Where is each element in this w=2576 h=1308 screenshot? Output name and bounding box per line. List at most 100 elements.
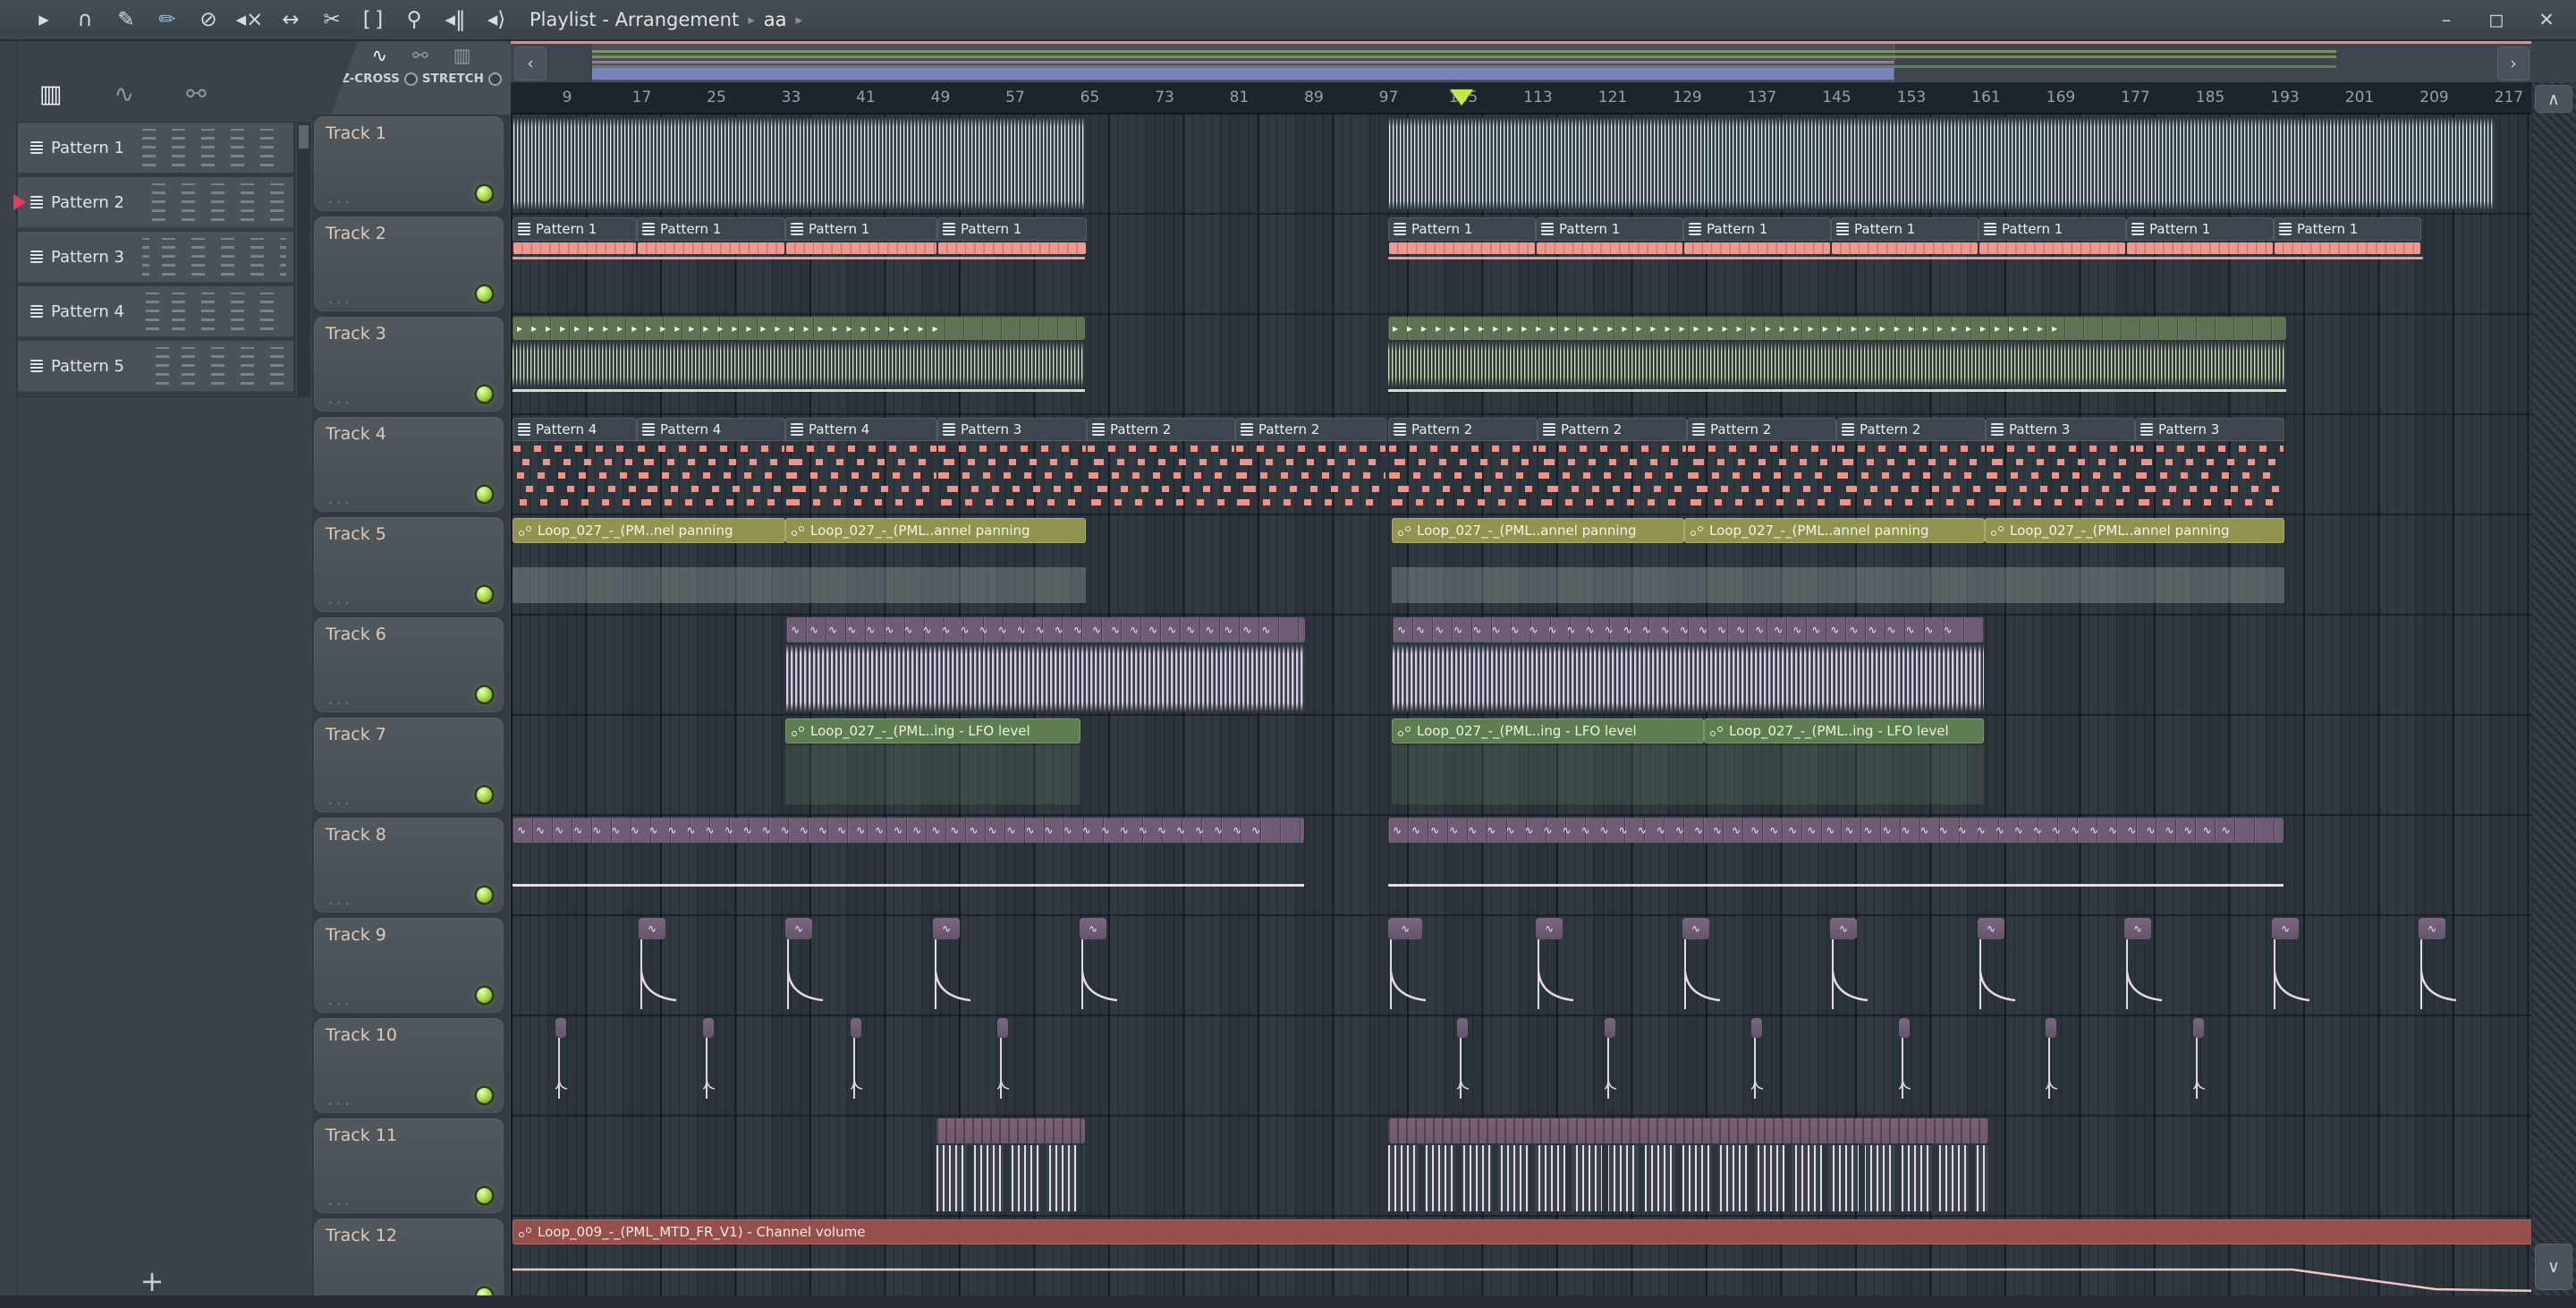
stretch-toggle[interactable] [487,72,502,86]
clip-stab-hit[interactable] [2193,1018,2206,1115]
track-enable-led[interactable] [477,186,492,201]
close-button[interactable]: ✕ [2533,9,2560,30]
clip-pattern-notes[interactable]: Pattern 4 [637,418,785,513]
clip-pattern-notes[interactable]: Pattern 3 [937,418,1087,513]
stretch-tool-icon[interactable]: ↔ [270,0,311,39]
automation-tab-icon[interactable]: ⚯ [186,81,207,108]
track-lane[interactable]: Pattern 1 Pattern 1 Pattern 1 Pattern 1 Patt… [511,215,2531,315]
clip-red-line[interactable] [1388,257,2423,259]
clip-gray-band[interactable] [513,567,1086,603]
clip-stab-hit[interactable] [1457,1018,1470,1115]
clip-audio-purple[interactable]: ∿∿∿∿∿∿∿∿∿∿∿∿∿∿∿∿∿∿∿∿∿∿∿∿∿∿∿∿∿∿ [1393,617,1984,714]
draw-paint-tool-icon[interactable]: ✏ [147,0,188,39]
track-menu-dots[interactable]: ... [327,386,352,408]
clip-pattern-red[interactable]: Pattern 1 [937,217,1087,259]
clip-pattern-red[interactable]: Pattern 1 [1683,217,1831,259]
track-enable-led[interactable] [477,687,492,702]
clip-crash-hit[interactable]: ∿ [1830,918,1868,1015]
playhead-marker[interactable] [1449,89,1473,113]
audio-tab-icon[interactable]: ∿ [371,45,387,66]
track-enable-led[interactable] [477,386,492,402]
clip-auto-maroon[interactable]: Loop_009_-_(PML_MTD_FR_V1) - Channel vol… [513,1219,2531,1244]
track-menu-dots[interactable]: ... [327,888,352,909]
mute-tool-icon[interactable]: ◂× [229,0,270,39]
track-lane[interactable]: Loop_009_-_(PML_MTD_FR_V1) - Channel vol… [511,1217,2531,1308]
magnet-snap-icon[interactable]: ∩ [64,0,106,39]
track-menu-dots[interactable]: ... [327,988,352,1009]
clip-auto-olive[interactable]: Loop_027_-_(PM..nel panning [513,518,785,543]
clip-crash-hit[interactable]: ∿ [639,918,677,1015]
track-header[interactable]: Track 3... [314,317,504,412]
clip-crash-hit[interactable]: ∿ [2419,918,2457,1015]
clip-audio-purple[interactable]: ∿∿∿∿∿∿∿∿∿∿∿∿∿∿∿∿∿∿∿∿∿∿∿∿∿∿ [786,617,1305,714]
playlist-grid[interactable]: Pattern 1 Pattern 1 Pattern 1 Pattern 1 Patt… [511,115,2531,1308]
track-enable-led[interactable] [477,286,492,302]
track-enable-led[interactable] [477,487,492,502]
arrangement-name[interactable]: aa [764,9,787,30]
track-header[interactable]: Track 1... [314,116,504,211]
clip-audio-green[interactable]: ▸▸▸▸▸▸▸▸▸▸▸▸▸▸▸▸▸▸▸▸▸▸▸▸▸▸▸▸▸▸▸▸▸▸▸▸▸▸▸▸… [1388,317,2286,394]
maximize-button[interactable]: ◻ [2483,9,2510,30]
clip-stab-hit[interactable] [1751,1018,1764,1115]
clip-pattern-red[interactable]: Pattern 1 [785,217,937,259]
track-menu-dots[interactable]: ... [327,286,352,308]
track-menu-dots[interactable]: ... [327,1088,352,1109]
clip-auto-olive[interactable]: Loop_027_-_(PML..annel panning [1392,518,1684,543]
clip-stab-hit[interactable] [703,1018,716,1115]
clip-stab-hit[interactable] [1899,1018,1911,1115]
clip-crash-hit[interactable]: ∿ [1388,918,1427,1015]
clip-crash-hit[interactable]: ∿ [1978,918,2016,1015]
track-enable-led[interactable] [477,1088,492,1103]
minimize-button[interactable]: – [2433,9,2460,30]
clip-roll-purple[interactable] [936,1118,1085,1215]
pattern-item[interactable]: Pattern 1 [18,123,293,174]
clip-pattern-notes[interactable]: Pattern 2 [1388,418,1538,513]
track-lane[interactable]: ▸▸▸▸▸▸▸▸▸▸▸▸▸▸▸▸▸▸▸▸▸▸▸▸▸▸▸▸▸▸ ▸▸▸▸▸▸▸▸▸▸… [511,315,2531,415]
track-menu-dots[interactable]: ... [327,1188,352,1210]
audio-tab-icon[interactable]: ∿ [114,81,135,108]
clip-auto-olive[interactable]: Loop_027_-_(PML..annel panning [1684,518,1985,543]
clip-audio-blue[interactable] [1388,117,2496,210]
clip-pattern-red[interactable]: Pattern 1 [1536,217,1683,259]
clip-pattern-red[interactable]: Pattern 1 [1979,217,2126,259]
minimap-content[interactable] [552,44,2492,82]
patterns-tab-icon[interactable]: ▥ [39,81,63,108]
pattern-item[interactable]: Pattern 3 [18,232,293,284]
track-header[interactable]: Track 9... [314,918,504,1013]
clip-hats-purple[interactable]: ∿∿∿∿∿∿∿∿∿∿∿∿∿∿∿∿∿∿∿∿∿∿∿∿∿∿∿∿∿∿∿∿∿∿∿∿∿∿∿∿… [1388,818,2284,914]
clip-pattern-notes[interactable]: Pattern 4 [513,418,637,513]
track-header[interactable]: Track 11... [314,1118,504,1213]
clip-pattern-notes[interactable]: Pattern 2 [1235,418,1386,513]
slice-tool-icon[interactable]: ✂ [311,0,352,39]
clip-stab-hit[interactable] [1605,1018,1617,1115]
track-menu-dots[interactable]: ... [327,787,352,809]
track-lane[interactable]: ∿ ∿ ∿ ∿ ∿ ∿ ∿ ∿ ∿ ∿ ∿ ∿ [511,916,2531,1016]
scrollbar-handle[interactable] [299,125,309,149]
clip-auto-olive[interactable]: Loop_027_-_(PML..annel panning [785,518,1086,543]
clip-gray-band[interactable] [1392,567,2284,603]
track-header[interactable]: Track 10... [314,1018,504,1113]
track-header[interactable]: Track 5... [314,517,504,612]
clip-pattern-red[interactable]: Pattern 1 [637,217,785,259]
clip-pattern-red[interactable]: Pattern 1 [2274,217,2421,259]
pattern-item[interactable]: Pattern 4 [18,286,293,338]
clip-audio-blue[interactable] [513,117,1085,210]
pattern-item[interactable]: Pattern 5 [18,341,293,393]
clip-pattern-notes[interactable]: Pattern 3 [1986,418,2135,513]
clip-pattern-notes[interactable]: Pattern 2 [1687,418,1836,513]
playback-tool-icon[interactable]: ◂‖ [435,0,476,39]
clip-green-band[interactable] [1392,745,1984,804]
slip-edit-tool-icon[interactable]: ✎ [106,0,147,39]
clip-pattern-notes[interactable]: Pattern 3 [2135,418,2284,513]
track-lane[interactable] [511,115,2531,215]
track-header[interactable]: Track 2... [314,217,504,311]
track-header[interactable]: Track 7... [314,718,504,812]
clip-pattern-notes[interactable]: Pattern 2 [1538,418,1687,513]
clip-auto-green[interactable]: Loop_027_-_(PML..ing - LFO level [1704,718,1984,743]
clip-auto-olive[interactable]: Loop_027_-_(PML..annel panning [1985,518,2284,543]
vertical-scrollbar[interactable] [2531,82,2576,1295]
clip-crash-hit[interactable]: ∿ [2124,918,2163,1015]
track-lane[interactable]: ∿∿∿∿∿∿∿∿∿∿∿∿∿∿∿∿∿∿∿∿∿∿∿∿∿∿∿∿∿∿∿∿∿∿∿∿∿∿∿∿… [511,616,2531,716]
clip-pattern-red[interactable]: Pattern 1 [1388,217,1536,259]
clip-pattern-red[interactable]: Pattern 1 [1831,217,1979,259]
